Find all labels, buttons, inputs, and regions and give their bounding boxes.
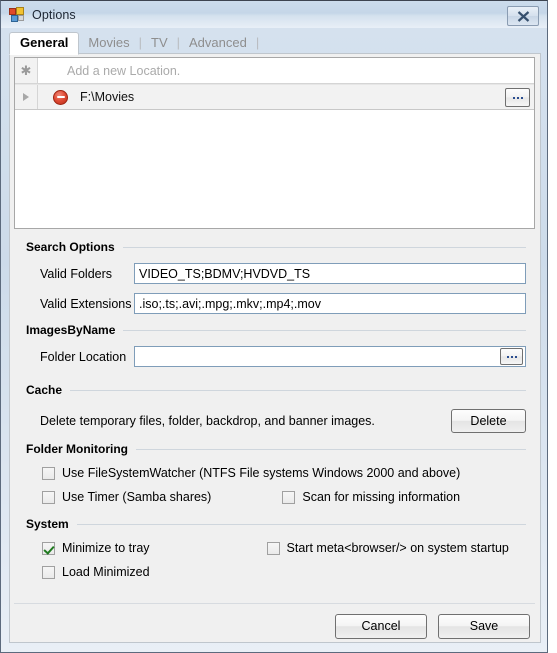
valid-extensions-value: .iso;.ts;.avi;.mpg;.mkv;.mp4;.mov bbox=[139, 296, 321, 311]
search-options-group: Search Options Valid Folders VIDEO_TS;BD… bbox=[26, 240, 526, 314]
cancel-button[interactable]: Cancel bbox=[335, 613, 427, 639]
checkbox-load-minimized[interactable]: Load Minimized bbox=[42, 565, 150, 579]
minimize-and-startup-row: Minimize to tray Start meta<browser/> on… bbox=[26, 541, 526, 555]
filesystemwatcher-row: Use FileSystemWatcher (NTFS File systems… bbox=[26, 466, 526, 480]
tab-separator: | bbox=[255, 35, 260, 50]
folder-location-row: Folder Location bbox=[26, 346, 526, 367]
checkbox-scan-missing-information[interactable]: Scan for missing information bbox=[282, 490, 460, 504]
group-rule bbox=[135, 448, 526, 450]
options-dialog-window: Options General Movies | TV | Advanced | bbox=[0, 0, 548, 653]
background-window-sliver bbox=[548, 0, 557, 653]
tab-movies[interactable]: Movies bbox=[79, 32, 138, 54]
row-header-cell bbox=[15, 85, 38, 109]
add-new-location-placeholder[interactable]: Add a new Location. bbox=[67, 64, 180, 78]
images-by-name-title: ImagesByName bbox=[26, 323, 526, 337]
delete-cache-button[interactable]: Delete bbox=[451, 409, 526, 433]
valid-folders-label: Valid Folders bbox=[40, 266, 113, 281]
cache-row: Delete temporary files, folder, backdrop… bbox=[26, 409, 526, 433]
group-rule bbox=[122, 246, 526, 248]
group-rule bbox=[70, 389, 526, 391]
folder-location-browse-button[interactable] bbox=[500, 348, 523, 365]
search-options-title: Search Options bbox=[26, 240, 526, 254]
location-path: F:\Movies bbox=[80, 90, 135, 104]
checkbox-box[interactable] bbox=[42, 490, 55, 504]
folder-location-label: Folder Location bbox=[40, 349, 127, 364]
load-minimized-row: Load Minimized bbox=[26, 565, 526, 579]
row-browse-button[interactable] bbox=[505, 88, 530, 107]
folder-monitoring-group: Folder Monitoring Use FileSystemWatcher … bbox=[26, 442, 526, 504]
folder-monitoring-title: Folder Monitoring bbox=[26, 442, 526, 456]
row-arrow-icon bbox=[23, 93, 29, 101]
checkbox-box[interactable] bbox=[282, 490, 296, 504]
group-rule bbox=[123, 329, 526, 331]
tab-tv[interactable]: TV bbox=[142, 32, 177, 54]
checkbox-use-filesystemwatcher[interactable]: Use FileSystemWatcher (NTFS File systems… bbox=[42, 466, 460, 480]
checkbox-box[interactable] bbox=[42, 565, 55, 579]
remove-circle-icon[interactable] bbox=[53, 89, 68, 105]
cache-title: Cache bbox=[26, 383, 526, 397]
checkbox-label: Load Minimized bbox=[62, 565, 150, 579]
tab-general[interactable]: General bbox=[9, 32, 80, 55]
checkbox-label: Scan for missing information bbox=[302, 490, 461, 504]
close-icon bbox=[517, 10, 530, 22]
checkbox-use-timer[interactable]: Use Timer (Samba shares) bbox=[42, 490, 211, 504]
checkbox-minimize-to-tray[interactable]: Minimize to tray bbox=[42, 541, 150, 555]
table-row[interactable]: F:\Movies bbox=[15, 84, 534, 110]
checkbox-start-on-system-startup[interactable]: Start meta<browser/> on system startup bbox=[266, 541, 509, 555]
system-title: System bbox=[26, 517, 526, 531]
cache-description: Delete temporary files, folder, backdrop… bbox=[40, 414, 375, 428]
close-button[interactable] bbox=[507, 6, 539, 26]
checkbox-box[interactable] bbox=[42, 541, 55, 555]
title-bar: Options bbox=[1, 1, 547, 28]
valid-extensions-row: Valid Extensions .iso;.ts;.avi;.mpg;.mkv… bbox=[26, 293, 526, 314]
folder-location-input[interactable] bbox=[134, 346, 526, 367]
dialog-footer: Cancel Save bbox=[10, 610, 540, 642]
locations-grid[interactable]: ✱ Add a new Location. F:\Movies bbox=[14, 57, 535, 229]
checkbox-label: Minimize to tray bbox=[62, 541, 150, 555]
checkbox-box[interactable] bbox=[266, 541, 280, 555]
group-rule bbox=[76, 523, 526, 525]
asterisk-icon: ✱ bbox=[20, 62, 32, 78]
app-squares-icon bbox=[9, 6, 25, 23]
system-group: System Minimize to tray Start meta<brows… bbox=[26, 517, 526, 579]
checkbox-label: Start meta<browser/> on system startup bbox=[286, 541, 509, 555]
images-by-name-group: ImagesByName Folder Location bbox=[26, 323, 526, 367]
cache-group: Cache Delete temporary files, folder, ba… bbox=[26, 383, 526, 433]
valid-extensions-label: Valid Extensions bbox=[40, 296, 132, 311]
general-tab-panel: ✱ Add a new Location. F:\Movies Search O… bbox=[9, 53, 541, 643]
grid-new-row[interactable]: ✱ Add a new Location. bbox=[15, 58, 534, 84]
window-title: Options bbox=[32, 7, 76, 22]
save-button[interactable]: Save bbox=[438, 613, 530, 639]
valid-extensions-input[interactable]: .iso;.ts;.avi;.mpg;.mkv;.mp4;.mov bbox=[134, 293, 526, 314]
footer-divider bbox=[14, 603, 535, 604]
checkbox-label: Use Timer (Samba shares) bbox=[62, 490, 212, 504]
valid-folders-input[interactable]: VIDEO_TS;BDMV;HVDVD_TS bbox=[134, 263, 526, 284]
tab-advanced[interactable]: Advanced bbox=[180, 32, 256, 54]
timer-and-scan-row: Use Timer (Samba shares) Scan for missin… bbox=[26, 490, 526, 504]
valid-folders-row: Valid Folders VIDEO_TS;BDMV;HVDVD_TS bbox=[26, 263, 526, 284]
tab-strip: General Movies | TV | Advanced | bbox=[9, 30, 539, 55]
checkbox-label: Use FileSystemWatcher (NTFS File systems… bbox=[62, 466, 461, 480]
new-row-header-cell: ✱ bbox=[15, 58, 38, 83]
valid-folders-value: VIDEO_TS;BDMV;HVDVD_TS bbox=[139, 266, 311, 281]
checkbox-box[interactable] bbox=[42, 466, 55, 480]
